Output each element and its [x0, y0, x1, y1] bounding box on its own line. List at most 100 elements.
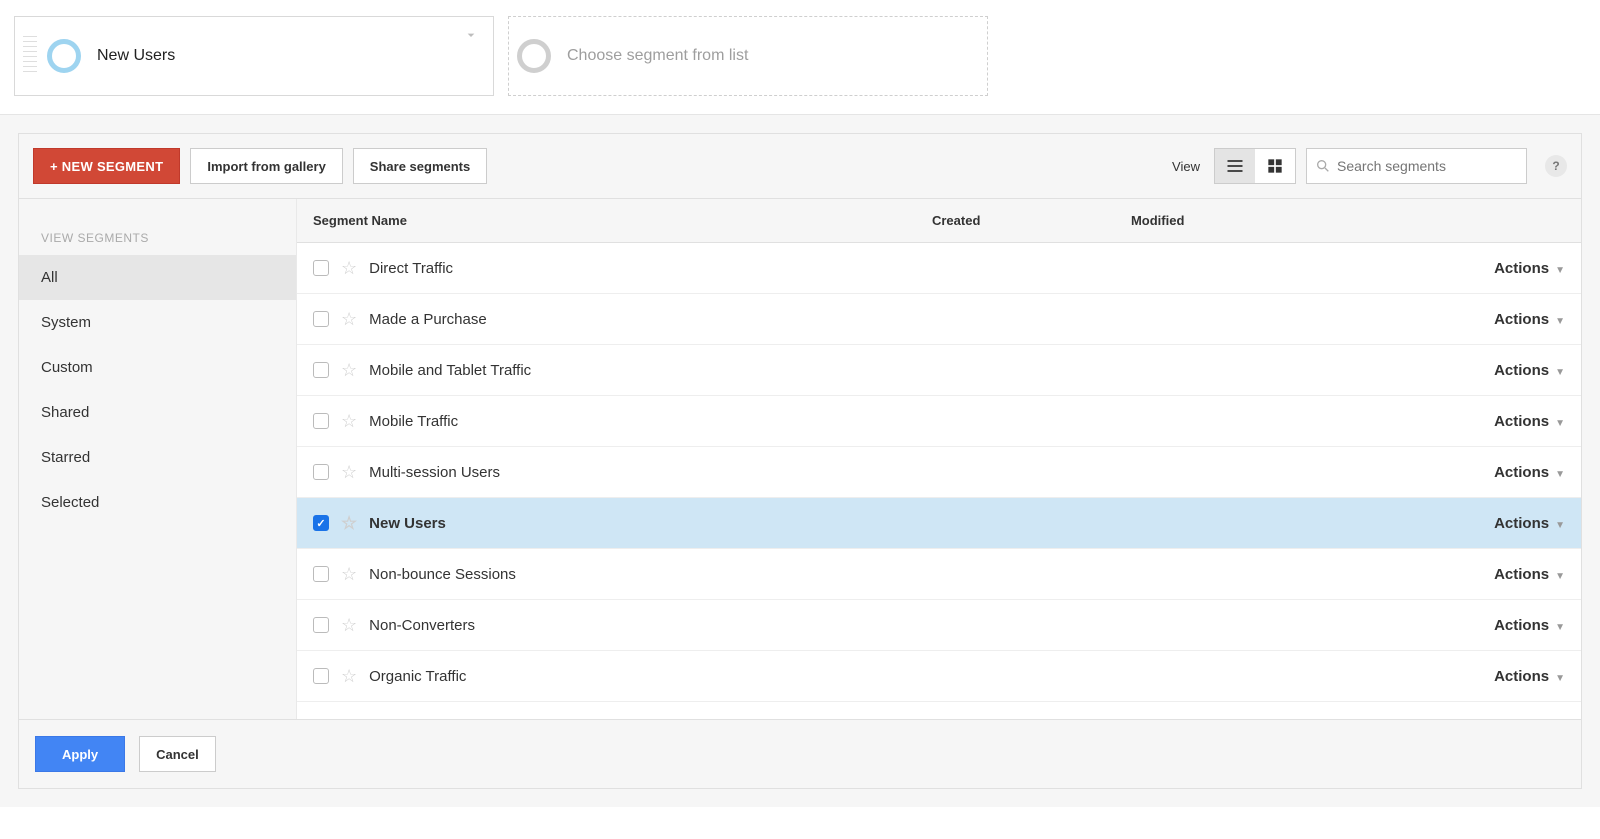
modified-cell: [1115, 651, 1326, 702]
created-cell: [916, 600, 1115, 651]
actions-menu[interactable]: Actions▼: [1326, 447, 1581, 498]
add-segment-chip[interactable]: Choose segment from list: [508, 16, 988, 96]
sidebar-item-custom[interactable]: Custom: [19, 345, 296, 390]
star-icon[interactable]: ☆: [341, 514, 357, 532]
star-icon[interactable]: ☆: [341, 361, 357, 379]
col-segment-name[interactable]: Segment Name: [297, 199, 916, 243]
modified-cell: [1115, 243, 1326, 294]
segment-name-cell: ☆ Multi-session Users: [297, 447, 916, 498]
segment-circle-icon: [517, 39, 551, 73]
modified-cell: [1115, 447, 1326, 498]
table-row[interactable]: ☆Non-bounce Sessions Actions▼: [297, 549, 1581, 600]
table-row[interactable]: ☆ Mobile and Tablet Traffic Actions▼: [297, 345, 1581, 396]
star-icon[interactable]: ☆: [341, 259, 357, 277]
row-checkbox[interactable]: [313, 617, 329, 633]
segment-name-cell: ✓ ☆ New Users: [297, 498, 916, 549]
row-checkbox[interactable]: [313, 668, 329, 684]
row-checkbox[interactable]: [313, 413, 329, 429]
row-checkbox[interactable]: [313, 260, 329, 276]
actions-menu[interactable]: Actions▼: [1326, 396, 1581, 447]
actions-menu[interactable]: Actions▼: [1326, 600, 1581, 651]
modified-cell: [1115, 549, 1326, 600]
panel-wrap: + NEW SEGMENT Import from gallery Share …: [0, 115, 1600, 807]
panel-footer: Apply Cancel: [19, 719, 1581, 788]
segment-name: Mobile and Tablet Traffic: [369, 362, 531, 379]
table-row[interactable]: ☆Mobile TrafficActions▼: [297, 396, 1581, 447]
actions-menu[interactable]: Actions▼: [1326, 651, 1581, 702]
segment-name-cell: ☆ Organic Traffic: [297, 651, 916, 702]
segment-name: Organic Traffic: [369, 668, 466, 685]
star-icon[interactable]: ☆: [341, 463, 357, 481]
segment-name: Multi-session Users: [369, 464, 500, 481]
modified-cell: [1115, 498, 1326, 549]
col-modified[interactable]: Modified: [1115, 199, 1326, 243]
table-row[interactable]: ☆Non-ConvertersActions▼: [297, 600, 1581, 651]
segments-table: Segment Name Created Modified ☆Direct Tr…: [297, 199, 1581, 702]
help-icon[interactable]: ?: [1545, 155, 1567, 177]
view-label: View: [1172, 159, 1200, 174]
modified-cell: [1115, 294, 1326, 345]
drag-handle-icon[interactable]: [23, 36, 37, 76]
row-checkbox[interactable]: ✓: [313, 515, 329, 531]
table-row[interactable]: ☆ Made a Purchase Actions▼: [297, 294, 1581, 345]
table-row[interactable]: ✓ ☆ New Users Actions▼: [297, 498, 1581, 549]
actions-menu[interactable]: Actions▼: [1326, 243, 1581, 294]
row-checkbox[interactable]: [313, 311, 329, 327]
search-input[interactable]: [1337, 158, 1518, 174]
table-row[interactable]: ☆ Multi-session Users Actions▼: [297, 447, 1581, 498]
row-checkbox[interactable]: [313, 464, 329, 480]
sidebar-item-shared[interactable]: Shared: [19, 390, 296, 435]
star-icon[interactable]: ☆: [341, 616, 357, 634]
grid-view-button[interactable]: [1255, 149, 1295, 183]
created-cell: [916, 549, 1115, 600]
segments-table-wrap[interactable]: Segment Name Created Modified ☆Direct Tr…: [297, 199, 1581, 719]
created-cell: [916, 345, 1115, 396]
sidebar-item-selected[interactable]: Selected: [19, 480, 296, 525]
sidebar-heading: VIEW SEGMENTS: [19, 231, 296, 255]
col-actions: [1326, 199, 1581, 243]
modified-cell: [1115, 396, 1326, 447]
sidebar-item-starred[interactable]: Starred: [19, 435, 296, 480]
created-cell: [916, 498, 1115, 549]
actions-menu[interactable]: Actions▼: [1326, 345, 1581, 396]
star-icon[interactable]: ☆: [341, 667, 357, 685]
created-cell: [916, 651, 1115, 702]
grid-icon: [1265, 156, 1285, 176]
actions-menu[interactable]: Actions▼: [1326, 294, 1581, 345]
star-icon[interactable]: ☆: [341, 310, 357, 328]
star-icon[interactable]: ☆: [341, 565, 357, 583]
actions-menu[interactable]: Actions▼: [1326, 498, 1581, 549]
table-row[interactable]: ☆ Organic Traffic Actions▼: [297, 651, 1581, 702]
segment-name-cell: ☆Non-bounce Sessions: [297, 549, 916, 600]
row-checkbox[interactable]: [313, 362, 329, 378]
star-icon[interactable]: ☆: [341, 412, 357, 430]
list-view-button[interactable]: [1215, 149, 1255, 183]
segment-name-cell: ☆Direct Traffic: [297, 243, 916, 294]
import-from-gallery-button[interactable]: Import from gallery: [190, 148, 342, 184]
created-cell: [916, 447, 1115, 498]
sidebar-item-system[interactable]: System: [19, 300, 296, 345]
add-segment-placeholder: Choose segment from list: [567, 47, 748, 65]
selected-segment-label: New Users: [97, 47, 175, 65]
selected-segment-chip[interactable]: New Users: [14, 16, 494, 96]
row-checkbox[interactable]: [313, 566, 329, 582]
actions-menu[interactable]: Actions▼: [1326, 549, 1581, 600]
segment-name-cell: ☆ Mobile and Tablet Traffic: [297, 345, 916, 396]
chevron-down-icon[interactable]: [463, 27, 479, 48]
apply-button[interactable]: Apply: [35, 736, 125, 772]
created-cell: [916, 243, 1115, 294]
table-row[interactable]: ☆Direct Traffic Actions▼: [297, 243, 1581, 294]
segment-chips-bar: New Users Choose segment from list: [0, 0, 1600, 115]
sidebar-item-all[interactable]: All: [19, 255, 296, 300]
col-created[interactable]: Created: [916, 199, 1115, 243]
new-segment-button[interactable]: + NEW SEGMENT: [33, 148, 180, 184]
segment-name: Made a Purchase: [369, 311, 487, 328]
share-segments-button[interactable]: Share segments: [353, 148, 487, 184]
search-segments[interactable]: [1306, 148, 1527, 184]
view-toggle: [1214, 148, 1296, 184]
segment-name-cell: ☆ Made a Purchase: [297, 294, 916, 345]
search-icon: [1315, 158, 1331, 174]
sidebar: VIEW SEGMENTS AllSystemCustomSharedStarr…: [19, 199, 297, 719]
cancel-button[interactable]: Cancel: [139, 736, 216, 772]
segment-name: New Users: [369, 515, 446, 532]
